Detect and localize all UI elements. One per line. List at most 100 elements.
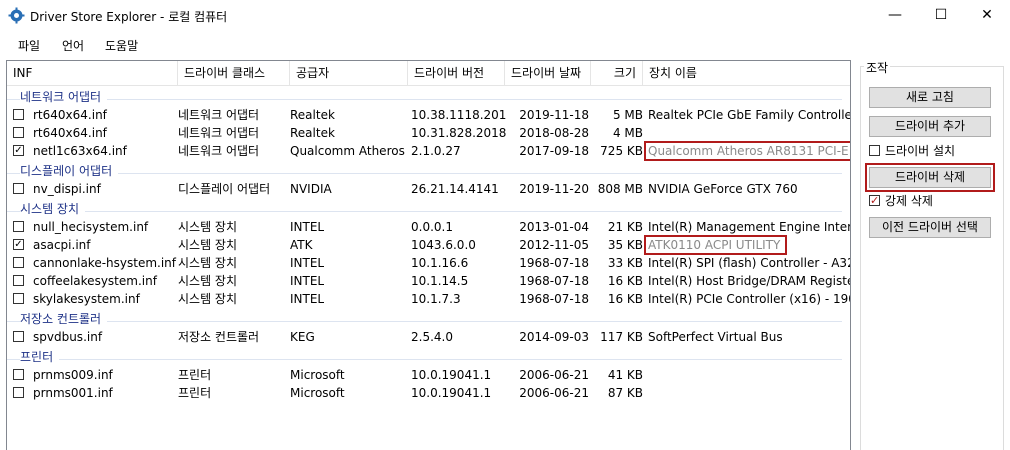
cell-class: 시스템 장치	[178, 292, 238, 306]
table-row[interactable]: prnms009.inf 프린터 Microsoft 10.0.19041.1 2006…	[7, 366, 850, 384]
cell-device-name: NVIDIA GeForce GTX 760	[648, 182, 798, 196]
table-row[interactable]: prnms001.inf 프린터 Microsoft 10.0.19041.1 2006…	[7, 384, 850, 402]
cell-device-name: ATK0110 ACPI UTILITY	[644, 235, 787, 255]
cell-date: 1968-07-18	[519, 256, 589, 270]
table-row[interactable]: coffeelakesystem.inf 시스템 장치 INTEL 10.1.14.5…	[7, 272, 850, 290]
group-label: 디스플레이 어댑터	[20, 162, 119, 179]
cell-provider: INTEL	[290, 256, 325, 270]
group-header[interactable]: 프린터	[7, 346, 850, 366]
column-date[interactable]: 드라이버 날짜	[505, 61, 591, 85]
group-header[interactable]: 디스플레이 어댑터	[7, 160, 850, 180]
close-button[interactable]: ✕	[964, 0, 1010, 31]
cell-size: 33 KB	[607, 256, 643, 270]
cell-inf: asacpi.inf	[33, 238, 91, 252]
cell-class: 네트워크 어댑터	[178, 108, 260, 122]
table-row[interactable]: rt640x64.inf 네트워크 어댑터 Realtek 10.31.828.201…	[7, 124, 850, 142]
cell-date: 2019-11-18	[519, 108, 589, 122]
row-checkbox[interactable]	[13, 293, 24, 304]
cell-class: 시스템 장치	[178, 256, 238, 270]
install-driver-label: 드라이버 설치	[885, 144, 956, 158]
cell-inf: null_hecisystem.inf	[33, 220, 149, 234]
cell-version: 10.31.828.2018	[411, 126, 506, 140]
cell-class: 프린터	[178, 386, 212, 400]
maximize-button[interactable]: ☐	[918, 0, 964, 31]
cell-provider: Microsoft	[290, 368, 345, 382]
column-device[interactable]: 장치 이름	[643, 61, 850, 85]
table-row[interactable]: rt640x64.inf 네트워크 어댑터 Realtek 10.38.1118.20…	[7, 106, 850, 124]
group-header[interactable]: 네트워크 어댑터	[7, 86, 850, 106]
table-row[interactable]: nv_dispi.inf 디스플레이 어댑터 NVIDIA 26.21.14.4141…	[7, 180, 850, 198]
column-class[interactable]: 드라이버 클래스	[178, 61, 290, 85]
cell-version: 10.0.19041.1	[411, 386, 492, 400]
cell-inf: rt640x64.inf	[33, 108, 107, 122]
cell-provider: Realtek	[290, 108, 335, 122]
cell-class: 시스템 장치	[178, 220, 238, 234]
row-checkbox[interactable]	[13, 387, 24, 398]
cell-device-name: SoftPerfect Virtual Bus	[648, 330, 783, 344]
cell-version: 1043.6.0.0	[411, 238, 476, 252]
row-checkbox[interactable]	[13, 369, 24, 380]
cell-version: 10.1.7.3	[411, 292, 461, 306]
group-header[interactable]: 저장소 컨트롤러	[7, 308, 850, 328]
group-divider	[7, 211, 842, 212]
row-checkbox[interactable]	[13, 221, 24, 232]
column-size[interactable]: 크기	[591, 61, 643, 85]
add-driver-button[interactable]: 드라이버 추가	[869, 116, 991, 137]
cell-size: 41 KB	[607, 368, 643, 382]
refresh-button[interactable]: 새로 고침	[869, 87, 991, 108]
table-row[interactable]: skylakesystem.inf 시스템 장치 INTEL 10.1.7.3 1968…	[7, 290, 850, 308]
gear-app-icon	[8, 7, 25, 24]
force-delete-checkbox-box[interactable]	[869, 193, 880, 209]
cell-device-name: Intel(R) PCIe Controller (x16) - 1901	[648, 292, 850, 306]
cell-provider: Qualcomm Atheros	[290, 144, 405, 158]
cell-device-name	[648, 385, 850, 401]
cell-date: 2014-09-03	[519, 330, 589, 344]
cell-class: 저장소 컨트롤러	[178, 330, 260, 344]
table-row[interactable]: cannonlake-hsystem.inf 시스템 장치 INTEL 10.1.16…	[7, 254, 850, 272]
row-checkbox[interactable]	[13, 331, 24, 342]
cell-inf: rt640x64.inf	[33, 126, 107, 140]
group-divider	[7, 99, 842, 100]
table-row[interactable]: null_hecisystem.inf 시스템 장치 INTEL 0.0.0.1 201…	[7, 218, 850, 236]
column-version[interactable]: 드라이버 버전	[408, 61, 505, 85]
group-divider	[7, 173, 842, 174]
row-checkbox[interactable]	[13, 109, 24, 120]
cell-class: 시스템 장치	[178, 274, 238, 288]
row-checkbox[interactable]: ✓	[13, 145, 24, 156]
menu-help[interactable]: 도움말	[105, 37, 138, 54]
table-row[interactable]: ✓ netl1c63x64.inf 네트워크 어댑터 Qualcomm Atheros…	[7, 141, 850, 161]
table-row[interactable]: spvdbus.inf 저장소 컨트롤러 KEG 2.5.4.0 2014-09-03 1…	[7, 328, 850, 346]
row-checkbox[interactable]	[13, 183, 24, 194]
cell-class: 네트워크 어댑터	[178, 144, 260, 158]
cell-size: 16 KB	[607, 274, 643, 288]
group-label: 시스템 장치	[20, 200, 86, 217]
cell-device-name: Realtek PCIe GbE Family Controller	[648, 108, 850, 122]
cell-size: 117 KB	[600, 330, 643, 344]
table-row[interactable]: ✓ asacpi.inf 시스템 장치 ATK 1043.6.0.0 2012-11-05…	[7, 235, 850, 255]
group-header[interactable]: 시스템 장치	[7, 198, 850, 218]
menu-file[interactable]: 파일	[18, 37, 40, 54]
select-old-drivers-button[interactable]: 이전 드라이버 선택	[869, 217, 991, 238]
cell-class: 네트워크 어댑터	[178, 126, 260, 140]
group-label: 네트워크 어댑터	[20, 88, 108, 105]
cell-size: 87 KB	[607, 386, 643, 400]
cell-device-name	[648, 125, 850, 141]
cell-size: 35 KB	[607, 238, 643, 252]
row-checkbox[interactable]	[13, 127, 24, 138]
delete-driver-button[interactable]: 드라이버 삭제	[865, 163, 995, 192]
row-checkbox[interactable]	[13, 257, 24, 268]
title-bar: Driver Store Explorer - 로컬 컴퓨터 — ☐ ✕	[0, 0, 1010, 31]
install-driver-checkbox-box[interactable]	[869, 145, 880, 156]
window-title: Driver Store Explorer - 로컬 컴퓨터	[30, 10, 228, 24]
column-inf[interactable]: INF	[7, 61, 178, 85]
menu-language[interactable]: 언어	[62, 37, 84, 54]
cell-inf: skylakesystem.inf	[33, 292, 140, 306]
minimize-button[interactable]: —	[872, 0, 918, 31]
cell-inf: nv_dispi.inf	[33, 182, 101, 196]
list-header: INF 드라이버 클래스 공급자 드라이버 버전 드라이버 날짜 크기 장치 이…	[7, 61, 850, 86]
row-checkbox[interactable]: ✓	[13, 239, 24, 250]
row-checkbox[interactable]	[13, 275, 24, 286]
column-provider[interactable]: 공급자	[290, 61, 408, 85]
driver-list[interactable]: INF 드라이버 클래스 공급자 드라이버 버전 드라이버 날짜 크기 장치 이…	[6, 60, 851, 450]
cell-provider: Realtek	[290, 126, 335, 140]
